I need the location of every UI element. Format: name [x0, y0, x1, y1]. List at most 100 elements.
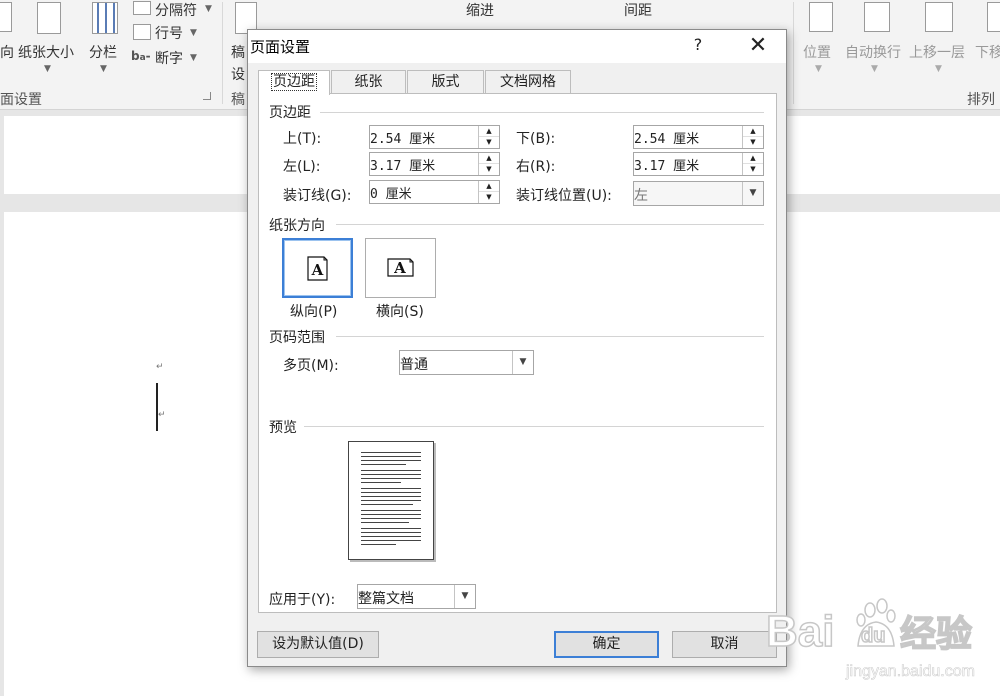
- columns-button[interactable]: 分栏: [89, 42, 117, 62]
- page-setup-launcher-icon[interactable]: [203, 92, 211, 100]
- paragraph-mark: ↵: [156, 362, 164, 372]
- position-button[interactable]: 位置: [803, 42, 831, 62]
- paragraph-mark: ↵: [158, 410, 166, 420]
- orientation-button[interactable]: 向: [0, 42, 14, 62]
- bring-forward-caret-icon[interactable]: ▼: [935, 64, 942, 74]
- dialog-title: 页面设置: [250, 38, 311, 56]
- preview-section-divider: [304, 426, 764, 427]
- bottom-margin-label: 下(B):: [516, 131, 556, 147]
- draft-label-2[interactable]: 设: [231, 64, 245, 84]
- orientation-section-title: 纸张方向: [269, 218, 325, 234]
- spin-down-icon[interactable]: ▼: [743, 164, 763, 175]
- spin-up-icon[interactable]: ▲: [479, 181, 499, 192]
- left-margin-spinner[interactable]: 3.17 厘米 ▲ ▼: [369, 152, 500, 176]
- right-margin-value[interactable]: 3.17 厘米: [634, 155, 699, 174]
- gutter-spinner[interactable]: 0 厘米 ▲ ▼: [369, 180, 500, 204]
- preview-line: [361, 500, 421, 501]
- left-margin-label: 左(L):: [283, 159, 321, 175]
- chevron-down-icon[interactable]: ▼: [512, 351, 533, 374]
- tab-document-grid[interactable]: 文档网格: [485, 70, 571, 94]
- orientation-icon[interactable]: [0, 2, 12, 32]
- breaks-button[interactable]: 分隔符: [155, 0, 197, 20]
- position-caret-icon[interactable]: ▼: [815, 64, 822, 74]
- line-numbers-caret-icon[interactable]: ▼: [190, 28, 197, 38]
- top-margin-value[interactable]: 2.54 厘米: [370, 128, 435, 147]
- preview-line: [361, 518, 421, 519]
- tab-layout[interactable]: 版式: [407, 70, 484, 94]
- gutter-position-label: 装订线位置(U):: [516, 188, 612, 204]
- preview-line: [361, 514, 421, 515]
- ribbon-separator: [222, 2, 223, 104]
- gutter-value[interactable]: 0 厘米: [370, 183, 412, 202]
- preview-line: [361, 464, 406, 465]
- landscape-label[interactable]: 横向(S): [376, 301, 424, 321]
- apply-to-value: 整篇文档: [358, 591, 414, 607]
- paper-size-caret-icon[interactable]: ▼: [44, 64, 51, 74]
- bring-forward-button[interactable]: 上移一层: [909, 42, 965, 62]
- spin-down-icon[interactable]: ▼: [479, 192, 499, 203]
- line-numbers-icon[interactable]: [133, 24, 151, 40]
- pages-section-divider: [336, 336, 764, 337]
- preview-line: [361, 482, 401, 483]
- breaks-icon[interactable]: [133, 1, 151, 15]
- apply-to-select[interactable]: 整篇文档 ▼: [357, 584, 476, 609]
- hyphenation-caret-icon[interactable]: ▼: [190, 53, 197, 63]
- ok-button[interactable]: 确定: [554, 631, 659, 658]
- spin-up-icon[interactable]: ▲: [479, 153, 499, 164]
- columns-caret-icon[interactable]: ▼: [100, 64, 107, 74]
- spin-up-icon[interactable]: ▲: [743, 153, 763, 164]
- set-default-button[interactable]: 设为默认值(D): [257, 631, 379, 658]
- watermark-url: jingyan.baidu.com: [845, 663, 975, 680]
- preview-line: [361, 496, 421, 497]
- draft-label-1[interactable]: 稿: [231, 42, 245, 62]
- bottom-margin-spinner[interactable]: 2.54 厘米 ▲ ▼: [633, 125, 764, 149]
- preview-line: [361, 532, 421, 533]
- breaks-caret-icon[interactable]: ▼: [205, 4, 212, 14]
- top-margin-spinner[interactable]: 2.54 厘米 ▲ ▼: [369, 125, 500, 149]
- preview-line: [361, 456, 421, 457]
- line-numbers-button[interactable]: 行号: [155, 23, 183, 43]
- preview-section-title: 预览: [269, 420, 297, 436]
- margins-section-divider: [320, 112, 764, 113]
- position-icon[interactable]: [809, 2, 833, 32]
- right-margin-spinner[interactable]: 3.17 厘米 ▲ ▼: [633, 152, 764, 176]
- spin-down-icon[interactable]: ▼: [743, 137, 763, 148]
- tab-paper[interactable]: 纸张: [331, 70, 406, 94]
- paper-size-button[interactable]: 纸张大小: [18, 42, 74, 62]
- columns-icon[interactable]: [92, 2, 118, 34]
- gutter-position-select[interactable]: 左 ▼: [633, 181, 764, 206]
- hyphenation-button[interactable]: 断字: [155, 48, 183, 68]
- bottom-margin-value[interactable]: 2.54 厘米: [634, 128, 699, 147]
- wrap-text-caret-icon[interactable]: ▼: [871, 64, 878, 74]
- spin-up-icon[interactable]: ▲: [479, 126, 499, 137]
- wrap-text-icon[interactable]: [864, 2, 890, 32]
- bring-forward-icon[interactable]: [925, 2, 953, 32]
- multiple-pages-select[interactable]: 普通 ▼: [399, 350, 534, 375]
- spin-down-icon[interactable]: ▼: [479, 164, 499, 175]
- help-button[interactable]: ?: [688, 35, 708, 57]
- ribbon-separator: [793, 2, 794, 104]
- portrait-label[interactable]: 纵向(P): [290, 301, 337, 321]
- chevron-down-icon[interactable]: ▼: [742, 182, 763, 205]
- spin-up-icon[interactable]: ▲: [743, 126, 763, 137]
- send-backward-icon[interactable]: [987, 2, 1000, 32]
- indent-label: 缩进: [466, 3, 494, 19]
- landscape-button[interactable]: A: [365, 238, 436, 298]
- gutter-label: 装订线(G):: [283, 188, 352, 204]
- tab-margins[interactable]: 页边距: [258, 70, 330, 95]
- wrap-text-button[interactable]: 自动换行: [845, 42, 901, 62]
- hyphenation-icon[interactable]: ba-: [131, 49, 151, 63]
- close-button[interactable]: ✕: [742, 33, 774, 59]
- spin-down-icon[interactable]: ▼: [479, 137, 499, 148]
- preview-line: [361, 522, 409, 523]
- left-margin-value[interactable]: 3.17 厘米: [370, 155, 435, 174]
- send-backward-button[interactable]: 下移: [975, 42, 1000, 62]
- paper-size-icon[interactable]: [37, 2, 61, 34]
- top-margin-label: 上(T):: [283, 131, 322, 147]
- chevron-down-icon[interactable]: ▼: [454, 585, 475, 608]
- preview-page: [348, 441, 434, 560]
- dialog-title-bar[interactable]: 页面设置 ? ✕: [248, 30, 786, 63]
- preview-line: [361, 536, 421, 537]
- portrait-button[interactable]: A: [282, 238, 353, 298]
- orientation-section-divider: [336, 224, 764, 225]
